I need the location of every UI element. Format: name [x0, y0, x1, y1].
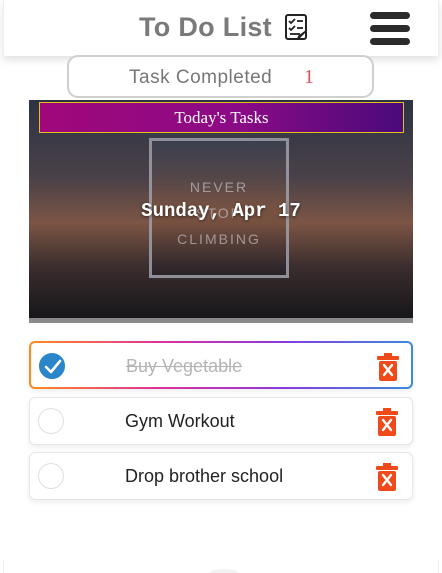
task-item[interactable]: Gym Workout: [29, 397, 413, 445]
checkbox-checked-icon[interactable]: [39, 353, 65, 379]
trash-icon[interactable]: [376, 463, 398, 491]
task-text: Buy Vegetable: [126, 356, 243, 376]
poster-line: CLIMBING: [177, 231, 261, 247]
task-item[interactable]: Buy Vegetable: [29, 341, 413, 389]
hamburger-menu-icon[interactable]: [370, 12, 410, 46]
completed-label: Task Completed: [129, 67, 273, 88]
trash-icon[interactable]: [377, 353, 399, 381]
poster-line: NEVER: [189, 179, 249, 195]
trash-icon[interactable]: [376, 408, 398, 436]
task-item[interactable]: Drop brother school: [29, 452, 413, 500]
tasks-completed-counter: Task Completed 1: [67, 55, 374, 98]
bottom-area: [3, 560, 439, 573]
current-date: Sunday, Apr 17: [141, 200, 301, 222]
today-banner: Today's Tasks NEVER STOP CLIMBING Sunday…: [29, 100, 413, 323]
banner-title: Today's Tasks: [39, 102, 404, 133]
checkbox-empty-icon[interactable]: [38, 463, 64, 489]
app-header: To Do List: [3, 0, 439, 56]
checkbox-empty-icon[interactable]: [38, 408, 64, 434]
app-title: To Do List: [139, 12, 272, 42]
completed-count: 1: [304, 66, 314, 88]
task-text: Drop brother school: [125, 466, 284, 486]
task-text: Gym Workout: [125, 411, 235, 431]
checklist-icon: [285, 14, 307, 40]
banner-divider: [29, 318, 413, 323]
scroll-indicator: [209, 569, 239, 573]
